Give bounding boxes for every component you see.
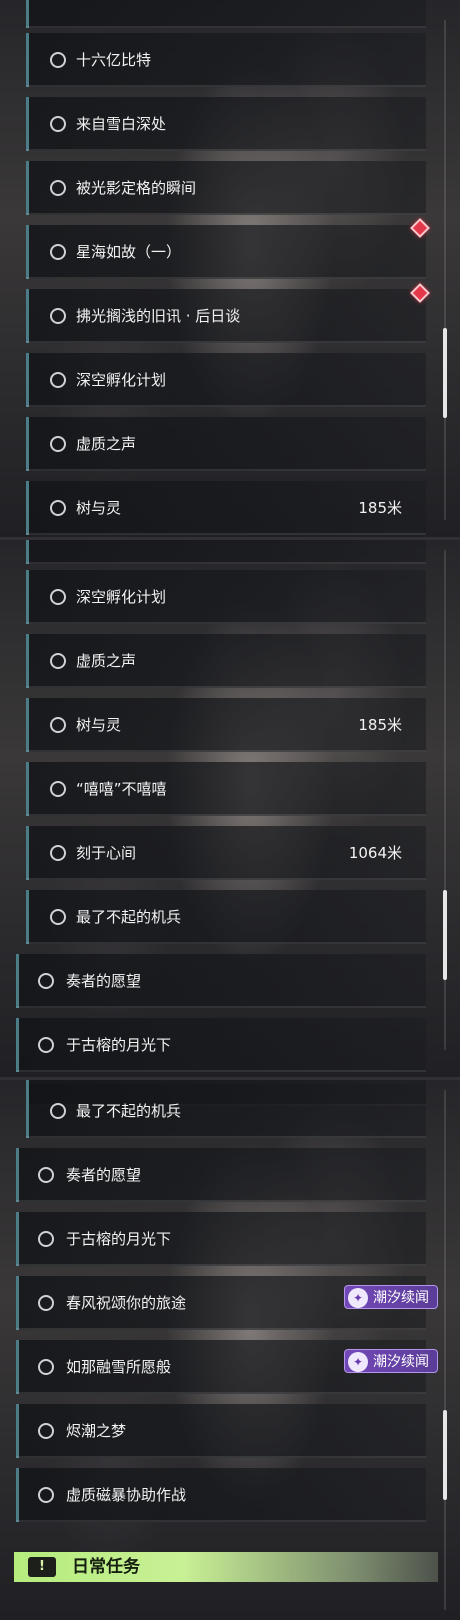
quest-row[interactable]: 于古榕的月光下 (16, 1018, 426, 1072)
quest-list-panel-2: 深空孵化计划 虚质之声 树与灵 185米 “嘻嘻”不嘻嘻 刻于心间 1064米 … (0, 540, 460, 1080)
radio-circle-icon[interactable] (38, 1167, 54, 1183)
radio-circle-icon[interactable] (38, 1359, 54, 1375)
quest-row[interactable]: 刻于心间 1064米 (26, 826, 426, 880)
scrollbar-track[interactable] (443, 550, 447, 1050)
quest-row[interactable]: 星海如故（一） (26, 225, 426, 279)
quest-title: 于古榕的月光下 (66, 1036, 172, 1054)
radio-circle-icon[interactable] (50, 308, 66, 324)
radio-circle-icon[interactable] (38, 1423, 54, 1439)
badge-label: 潮汐续闻 (373, 1290, 429, 1306)
quest-row[interactable]: 最了不起的机兵 (26, 1084, 426, 1138)
quest-title: “嘻嘻”不嘻嘻 (76, 780, 167, 798)
quest-title: 最了不起的机兵 (76, 1102, 182, 1120)
quest-title: 于古榕的月光下 (66, 1230, 172, 1248)
quest-row[interactable]: 于古榕的月光下 (16, 1212, 426, 1266)
quest-row[interactable]: 奏者的愿望 (16, 954, 426, 1008)
quest-list-panel-1: 十六亿比特 来自雪白深处 被光影定格的瞬间 星海如故（一） 拂光搁浅的旧讯 · … (0, 0, 460, 540)
quest-title: 奏者的愿望 (66, 1166, 142, 1184)
quest-title: 奏者的愿望 (66, 972, 142, 990)
radio-circle-icon[interactable] (50, 845, 66, 861)
scrollbar-thumb[interactable] (443, 1410, 447, 1500)
radio-circle-icon[interactable] (50, 1103, 66, 1119)
quest-title: 深空孵化计划 (76, 371, 167, 389)
quest-row-partial[interactable] (26, 540, 426, 564)
radio-circle-icon[interactable] (50, 781, 66, 797)
quest-row[interactable]: 深空孵化计划 (26, 353, 426, 407)
radio-circle-icon[interactable] (50, 372, 66, 388)
scrollbar-track[interactable] (443, 20, 447, 520)
radio-circle-icon[interactable] (50, 244, 66, 260)
quest-row[interactable]: 十六亿比特 (26, 33, 426, 87)
radio-circle-icon[interactable] (50, 436, 66, 452)
quest-title: 虚质之声 (76, 435, 137, 453)
quest-row[interactable]: 虚质磁暴协助作战 (16, 1468, 426, 1522)
quest-distance: 185米 (358, 716, 402, 734)
quest-row[interactable]: 奏者的愿望 (16, 1148, 426, 1202)
radio-circle-icon[interactable] (50, 909, 66, 925)
tide-story-badge: ✦ 潮汐续闻 (344, 1285, 438, 1309)
quest-row-partial[interactable] (26, 0, 426, 28)
quest-title: 拂光搁浅的旧讯 · 后日谈 (76, 307, 241, 325)
quest-row[interactable]: 烬潮之梦 (16, 1404, 426, 1458)
scrollbar-thumb[interactable] (443, 890, 447, 980)
radio-circle-icon[interactable] (50, 589, 66, 605)
quest-title: 深空孵化计划 (76, 588, 167, 606)
daily-tasks-label: 日常任务 (72, 1557, 140, 1577)
radio-circle-icon[interactable] (38, 1487, 54, 1503)
exclamation-icon: ! (28, 1557, 56, 1577)
radio-circle-icon[interactable] (50, 500, 66, 516)
quest-title: 虚质磁暴协助作战 (66, 1486, 187, 1504)
quest-title: 来自雪白深处 (76, 115, 167, 133)
radio-circle-icon[interactable] (50, 180, 66, 196)
tide-story-badge: ✦ 潮汐续闻 (344, 1349, 438, 1373)
quest-title: 如那融雪所愿般 (66, 1358, 172, 1376)
quest-distance: 185米 (358, 499, 402, 517)
radio-circle-icon[interactable] (50, 653, 66, 669)
quest-row[interactable]: “嘻嘻”不嘻嘻 (26, 762, 426, 816)
quest-row[interactable]: 拂光搁浅的旧讯 · 后日谈 (26, 289, 426, 343)
tide-icon: ✦ (348, 1352, 368, 1372)
quest-row[interactable]: 虚质之声 (26, 634, 426, 688)
quest-row[interactable]: 来自雪白深处 (26, 97, 426, 151)
quest-title: 十六亿比特 (76, 51, 152, 69)
quest-title: 树与灵 (76, 716, 122, 734)
quest-row[interactable]: 虚质之声 (26, 417, 426, 471)
quest-row[interactable]: 最了不起的机兵 (26, 890, 426, 944)
quest-row[interactable]: 被光影定格的瞬间 (26, 161, 426, 215)
quest-title: 虚质之声 (76, 652, 137, 670)
quest-title: 星海如故（一） (76, 243, 182, 261)
quest-title: 刻于心间 (76, 844, 137, 862)
daily-tasks-header[interactable]: ! 日常任务 (14, 1552, 438, 1582)
radio-circle-icon[interactable] (50, 116, 66, 132)
quest-row[interactable]: 深空孵化计划 (26, 570, 426, 624)
radio-circle-icon[interactable] (50, 717, 66, 733)
radio-circle-icon[interactable] (50, 52, 66, 68)
radio-circle-icon[interactable] (38, 973, 54, 989)
radio-circle-icon[interactable] (38, 1037, 54, 1053)
quest-title: 树与灵 (76, 499, 122, 517)
quest-row[interactable]: 树与灵 185米 (26, 698, 426, 752)
quest-list-panel-3: 最了不起的机兵 奏者的愿望 于古榕的月光下 春风祝颂你的旅途 如那融雪所愿般 烬… (0, 1080, 460, 1620)
quest-row[interactable]: 树与灵 185米 (26, 481, 426, 535)
quest-title: 烬潮之梦 (66, 1422, 127, 1440)
tide-icon: ✦ (348, 1288, 368, 1308)
radio-circle-icon[interactable] (38, 1295, 54, 1311)
quest-distance: 1064米 (348, 844, 402, 862)
radio-circle-icon[interactable] (38, 1231, 54, 1247)
quest-title: 被光影定格的瞬间 (76, 179, 197, 197)
scrollbar-thumb[interactable] (443, 328, 447, 418)
scrollbar-track[interactable] (443, 1090, 447, 1610)
quest-title: 春风祝颂你的旅途 (66, 1294, 187, 1312)
badge-label: 潮汐续闻 (373, 1354, 429, 1370)
quest-title: 最了不起的机兵 (76, 908, 182, 926)
